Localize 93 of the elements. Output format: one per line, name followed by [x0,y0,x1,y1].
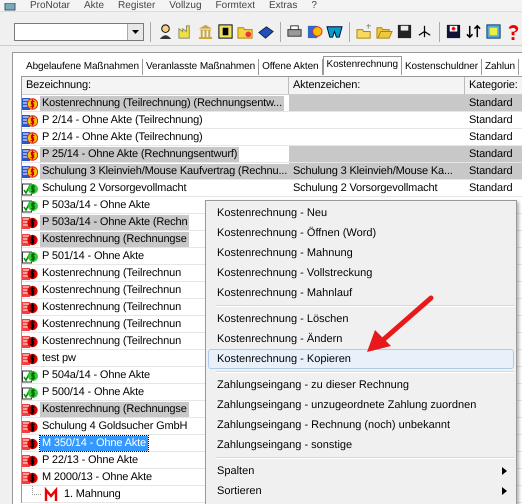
invoice-icon [22,418,38,434]
row-name[interactable]: Kostenrechnung (Rechnungse [40,232,189,246]
row-name[interactable]: 1. Mahnung [62,486,123,502]
pin-icon[interactable] [416,23,432,40]
column-header[interactable]: Kategorie: [465,77,522,94]
menu-item[interactable]: Kostenrechnung - Löschen [208,309,514,329]
menu-item[interactable]: Register [118,1,156,11]
row-name[interactable]: P 503a/14 - Ohne Akte [40,198,152,212]
row-name[interactable]: test pw [40,350,78,366]
menu-item[interactable]: Kostenrechnung - Neu [208,203,514,223]
table-cell-text: Standard [468,181,514,196]
table-cell: Standard [465,163,522,179]
row-name[interactable]: P 2/14 - Ohne Akte (Teilrechnung) [40,112,205,128]
paid-invoice-icon [22,384,38,400]
paid-invoice-icon [22,180,38,196]
row-name[interactable]: Kostenrechnung (Teilrechnung) (Rechnungsentw... [40,96,284,110]
invoice-icon [22,214,38,230]
menu-item[interactable]: Kostenrechnung - Mahnung [208,243,514,263]
submenu-arrow-icon [502,467,507,475]
menu-item[interactable]: Spalten [208,461,514,481]
menu-item[interactable]: Zahlungseingang - Rechnung (noch) unbekannt [208,415,514,435]
floppy-icon[interactable] [445,23,462,40]
invoice-icon [22,266,38,280]
submenu-arrow-icon [502,487,507,495]
menu-item[interactable]: Kostenrechnung - Ändern [208,329,514,349]
tree-line [32,486,42,495]
save-icon[interactable] [396,23,412,40]
row-name[interactable]: P 2/14 - Ohne Akte (Teilrechnung) [40,130,205,144]
menu-item[interactable]: ? [311,1,317,11]
letter-m-icon [44,486,60,502]
menu-item[interactable]: ProNotar [30,1,70,11]
row-name[interactable]: P 22/13 - Ohne Akte [40,452,140,468]
table-cell: Schulung 3 Kleinvieh/Mouse Ka... [289,163,465,179]
invoice-icon [22,402,38,416]
menu-item[interactable]: Kostenrechnung - Mahnlauf [208,283,514,303]
tab[interactable]: Abgelaufene Maßnahmen [23,59,143,75]
invoice-icon [22,96,38,110]
invoice-icon [22,452,38,468]
table-cell: Standard [465,146,522,162]
row-name[interactable]: Kostenrechnung (Rechnungse [40,402,189,416]
column-header[interactable]: Aktenzeichen: [289,77,465,94]
paid-invoice-icon [22,368,38,382]
menu-item[interactable]: Zahlungseingang - unzugeordnete Zahlung zuordnen [208,395,514,415]
table-cell-text: Schulung 2 Vorsorgevollmacht [292,181,438,196]
invoice-icon [22,232,38,246]
invoice-icon [22,282,38,298]
invoice-icon [22,316,38,332]
new-folder-icon[interactable] [356,23,372,40]
row-name[interactable]: Kostenrechnung (Teilrechnun [40,316,184,332]
table-cell-text: Standard [468,130,514,145]
invoice-icon [22,436,38,450]
row-name[interactable]: P 504a/14 - Ohne Akte [40,368,152,382]
row-name[interactable]: Schulung 2 Vorsorgevollmacht [40,180,188,196]
row-name[interactable]: Kostenrechnung (Teilrechnun [40,334,184,348]
menu-item[interactable]: Extras [268,1,298,11]
invoice-icon [22,334,38,348]
menu-item[interactable]: Formtext [216,1,255,11]
invoice-icon [22,164,38,178]
column-header[interactable]: Bezeichnung: [22,77,289,94]
menu-item[interactable]: Kostenrechnung - Öffnen (Word) [208,223,514,243]
invoice-icon [22,146,38,162]
row-name[interactable]: P 500/14 - Ohne Akte [40,384,146,400]
row-name[interactable]: Schulung 3 Kleinvieh/Mouse Kaufvertrag (Rechnu... [40,164,290,178]
pointer-arrow [365,294,435,354]
tab[interactable]: Kostenrechnung [322,56,402,75]
paid-invoice-icon [22,248,38,264]
menu-item[interactable]: Sortieren [208,481,514,501]
table-cell: Standard [465,95,522,111]
row-name[interactable]: Kostenrechnung (Teilrechnun [40,282,184,298]
combo-box[interactable] [14,22,144,40]
invoice-icon [22,350,38,366]
menu-item[interactable]: Akte [84,1,104,11]
invoice-icon [22,112,38,128]
menu-item[interactable]: Vollzug [169,1,202,11]
menu-item[interactable]: Zahlungseingang - zu dieser Rechnung [208,375,514,395]
row-name[interactable]: Kostenrechnung (Teilrechnun [40,266,184,280]
invoice-icon [22,470,38,484]
menu-item[interactable]: Kostenrechnung - Vollstreckung [208,263,514,283]
row-name[interactable]: P 25/14 - Ohne Akte (Rechnungsentwurf) [40,146,240,162]
menu-item[interactable]: Kostenrechnung - Kopieren [208,349,514,369]
row-name[interactable]: Schulung 4 Goldsucher GmbH [40,418,190,434]
invoice-icon [22,130,38,144]
sort-icon[interactable] [465,23,482,40]
row-name[interactable]: P 503a/14 - Ohne Akte (Rechn [40,214,190,230]
invoice-icon [22,300,38,314]
table-cell-text: Standard [468,113,514,128]
paid-invoice-icon [22,198,38,212]
menu-item[interactable]: Zahlungseingang - sonstige [208,435,514,455]
app-icon [4,3,16,11]
row-name[interactable]: P 501/14 - Ohne Akte [40,248,146,264]
row-name[interactable]: M 2000/13 - Ohne Akte [40,470,154,484]
row-name[interactable]: Kostenrechnung (Teilrechnun [40,300,184,314]
caret-icon [132,30,139,34]
